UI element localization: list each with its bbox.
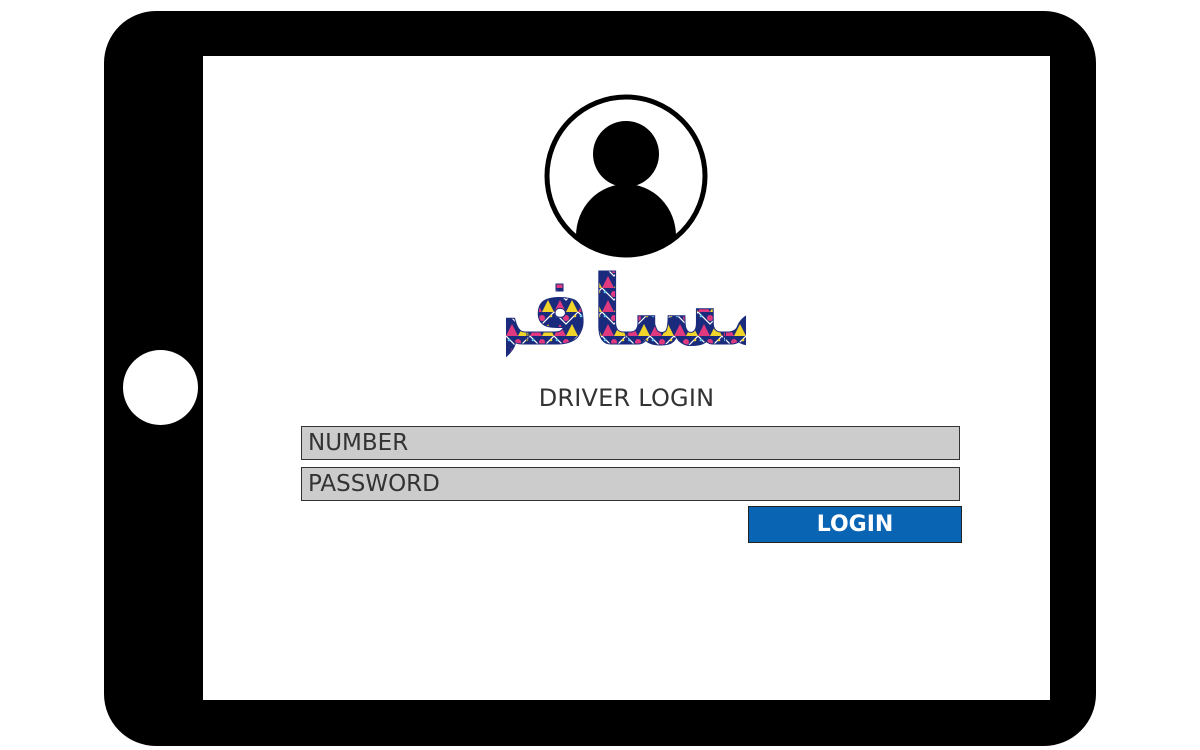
password-input[interactable] xyxy=(302,468,959,500)
tablet-screen: مسافر DRIVER LOGIN LOGIN xyxy=(203,56,1050,700)
user-avatar-icon xyxy=(544,94,708,258)
home-button[interactable] xyxy=(123,350,198,425)
page-title: DRIVER LOGIN xyxy=(538,384,715,412)
number-field-box xyxy=(301,426,960,460)
app-logo: مسافر xyxy=(506,264,746,368)
login-button[interactable]: LOGIN xyxy=(748,506,962,543)
number-input[interactable] xyxy=(302,427,959,459)
password-field-box xyxy=(301,467,960,501)
logo-text: مسافر xyxy=(506,264,746,367)
